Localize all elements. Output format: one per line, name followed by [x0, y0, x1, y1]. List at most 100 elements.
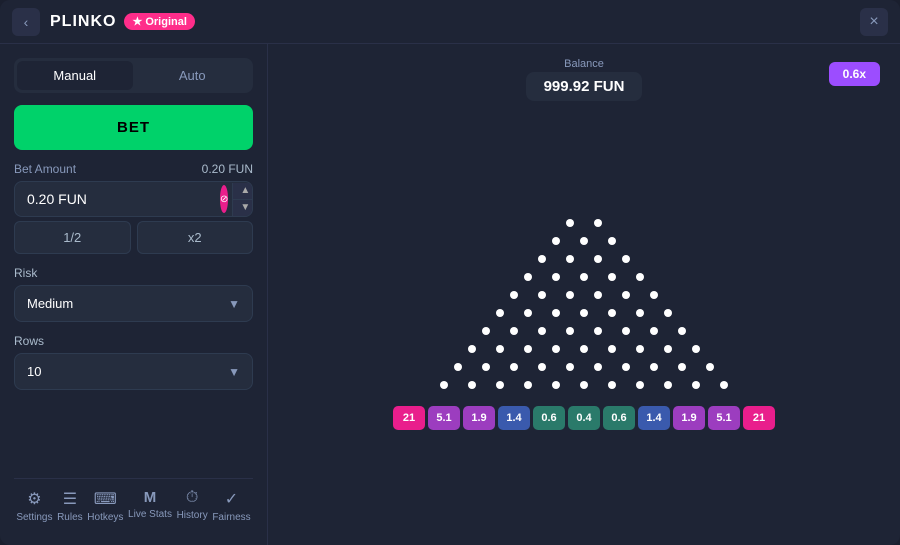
bet-button[interactable]: BET: [14, 105, 253, 150]
main-content: Manual Auto BET Bet Amount 0.20 FUN ⊘ ▲ …: [0, 44, 900, 545]
bet-input-row: ⊘ ▲ ▼: [14, 181, 253, 217]
bucket-2: 1.9: [463, 406, 495, 430]
plinko-board: 21 5.1 1.9 1.4 0.6 0.4 0.6 1.4 1.9 5.1 2…: [268, 109, 900, 535]
dot: [622, 327, 630, 335]
nav-history[interactable]: ⏱ History: [177, 489, 208, 523]
nav-fairness-label: Fairness: [212, 512, 250, 523]
dot: [664, 345, 672, 353]
dot: [496, 309, 504, 317]
dot: [468, 345, 476, 353]
dot: [650, 327, 658, 335]
dot: [524, 381, 532, 389]
dot: [566, 291, 574, 299]
dot: [496, 345, 504, 353]
half-double-row: 1/2 x2: [14, 221, 253, 254]
dot: [552, 237, 560, 245]
dot: [580, 237, 588, 245]
input-stepper: ▲ ▼: [232, 183, 253, 216]
nav-hotkeys[interactable]: ⌨ Hotkeys: [87, 489, 123, 523]
dot: [524, 273, 532, 281]
dot: [552, 381, 560, 389]
dot: [622, 291, 630, 299]
dot: [692, 345, 700, 353]
history-icon: ⏱: [186, 489, 198, 507]
half-button[interactable]: 1/2: [14, 221, 131, 254]
nav-settings[interactable]: ⚙ Settings: [16, 489, 52, 523]
risk-label: Risk: [14, 266, 37, 280]
dot-row-7: [472, 322, 696, 340]
dot: [524, 345, 532, 353]
hotkeys-icon: ⌨: [94, 489, 117, 509]
dot: [594, 363, 602, 371]
bucket-9: 5.1: [708, 406, 740, 430]
rows-section: Rows 10 ▼: [14, 334, 253, 390]
nav-rules[interactable]: ☰ Rules: [57, 489, 83, 523]
nav-live-stats[interactable]: M Live Stats: [128, 489, 172, 523]
risk-label-row: Risk: [14, 266, 253, 280]
dot: [580, 345, 588, 353]
bucket-10: 21: [743, 406, 775, 430]
dot: [496, 381, 504, 389]
dot: [706, 363, 714, 371]
buckets-row: 21 5.1 1.9 1.4 0.6 0.4 0.6 1.4 1.9 5.1 2…: [393, 406, 775, 430]
balance-box: Balance 999.92 FUN: [526, 58, 643, 101]
title-bar: ‹ PLINKO ★ Original ×: [0, 0, 900, 44]
dot: [650, 291, 658, 299]
tab-auto[interactable]: Auto: [135, 61, 251, 90]
rows-arrow-icon: ▼: [228, 365, 240, 379]
dot: [566, 219, 574, 227]
bottom-nav: ⚙ Settings ☰ Rules ⌨ Hotkeys M Live Stat…: [14, 478, 253, 531]
back-button[interactable]: ‹: [12, 8, 40, 36]
dot-row-3: [528, 250, 640, 268]
risk-section: Risk Medium ▼: [14, 266, 253, 322]
bet-input[interactable]: [15, 182, 220, 216]
rows-value: 10: [27, 364, 41, 379]
stepper-down[interactable]: ▼: [233, 200, 253, 216]
tab-manual[interactable]: Manual: [17, 61, 133, 90]
bet-amount-section: Bet Amount 0.20 FUN ⊘ ▲ ▼ 1/2 x2: [14, 162, 253, 254]
bucket-8: 1.9: [673, 406, 705, 430]
double-button[interactable]: x2: [137, 221, 254, 254]
dots-container: [430, 214, 738, 394]
rows-label-row: Rows: [14, 334, 253, 348]
dot: [510, 291, 518, 299]
dot: [468, 381, 476, 389]
dot: [594, 291, 602, 299]
dot: [580, 381, 588, 389]
left-panel: Manual Auto BET Bet Amount 0.20 FUN ⊘ ▲ …: [0, 44, 268, 545]
rows-select[interactable]: 10 ▼: [14, 353, 253, 390]
dot: [580, 309, 588, 317]
fairness-icon: ✓: [225, 489, 238, 509]
dot: [636, 309, 644, 317]
dot: [594, 219, 602, 227]
stepper-up[interactable]: ▲: [233, 183, 253, 200]
dot: [622, 255, 630, 263]
dot: [552, 309, 560, 317]
balance-value: 999.92 FUN: [526, 72, 643, 101]
dot: [664, 309, 672, 317]
dot: [608, 273, 616, 281]
main-window: ‹ PLINKO ★ Original × Manual Auto BET Be…: [0, 0, 900, 545]
dot: [538, 255, 546, 263]
settings-icon: ⚙: [27, 489, 41, 509]
nav-fairness[interactable]: ✓ Fairness: [212, 489, 250, 523]
dot: [636, 345, 644, 353]
dot: [678, 327, 686, 335]
nav-hotkeys-label: Hotkeys: [87, 512, 123, 523]
bucket-1: 5.1: [428, 406, 460, 430]
close-button[interactable]: ×: [860, 8, 888, 36]
bucket-4: 0.6: [533, 406, 565, 430]
bet-amount-display: 0.20 FUN: [202, 162, 253, 176]
bucket-6: 0.6: [603, 406, 635, 430]
dot: [636, 381, 644, 389]
dot: [454, 363, 462, 371]
nav-live-stats-label: Live Stats: [128, 509, 172, 520]
risk-value: Medium: [27, 296, 73, 311]
dot: [608, 309, 616, 317]
dot: [692, 381, 700, 389]
dot: [552, 345, 560, 353]
dot: [538, 327, 546, 335]
risk-select[interactable]: Medium ▼: [14, 285, 253, 322]
bucket-7: 1.4: [638, 406, 670, 430]
dot-row-4: [514, 268, 654, 286]
